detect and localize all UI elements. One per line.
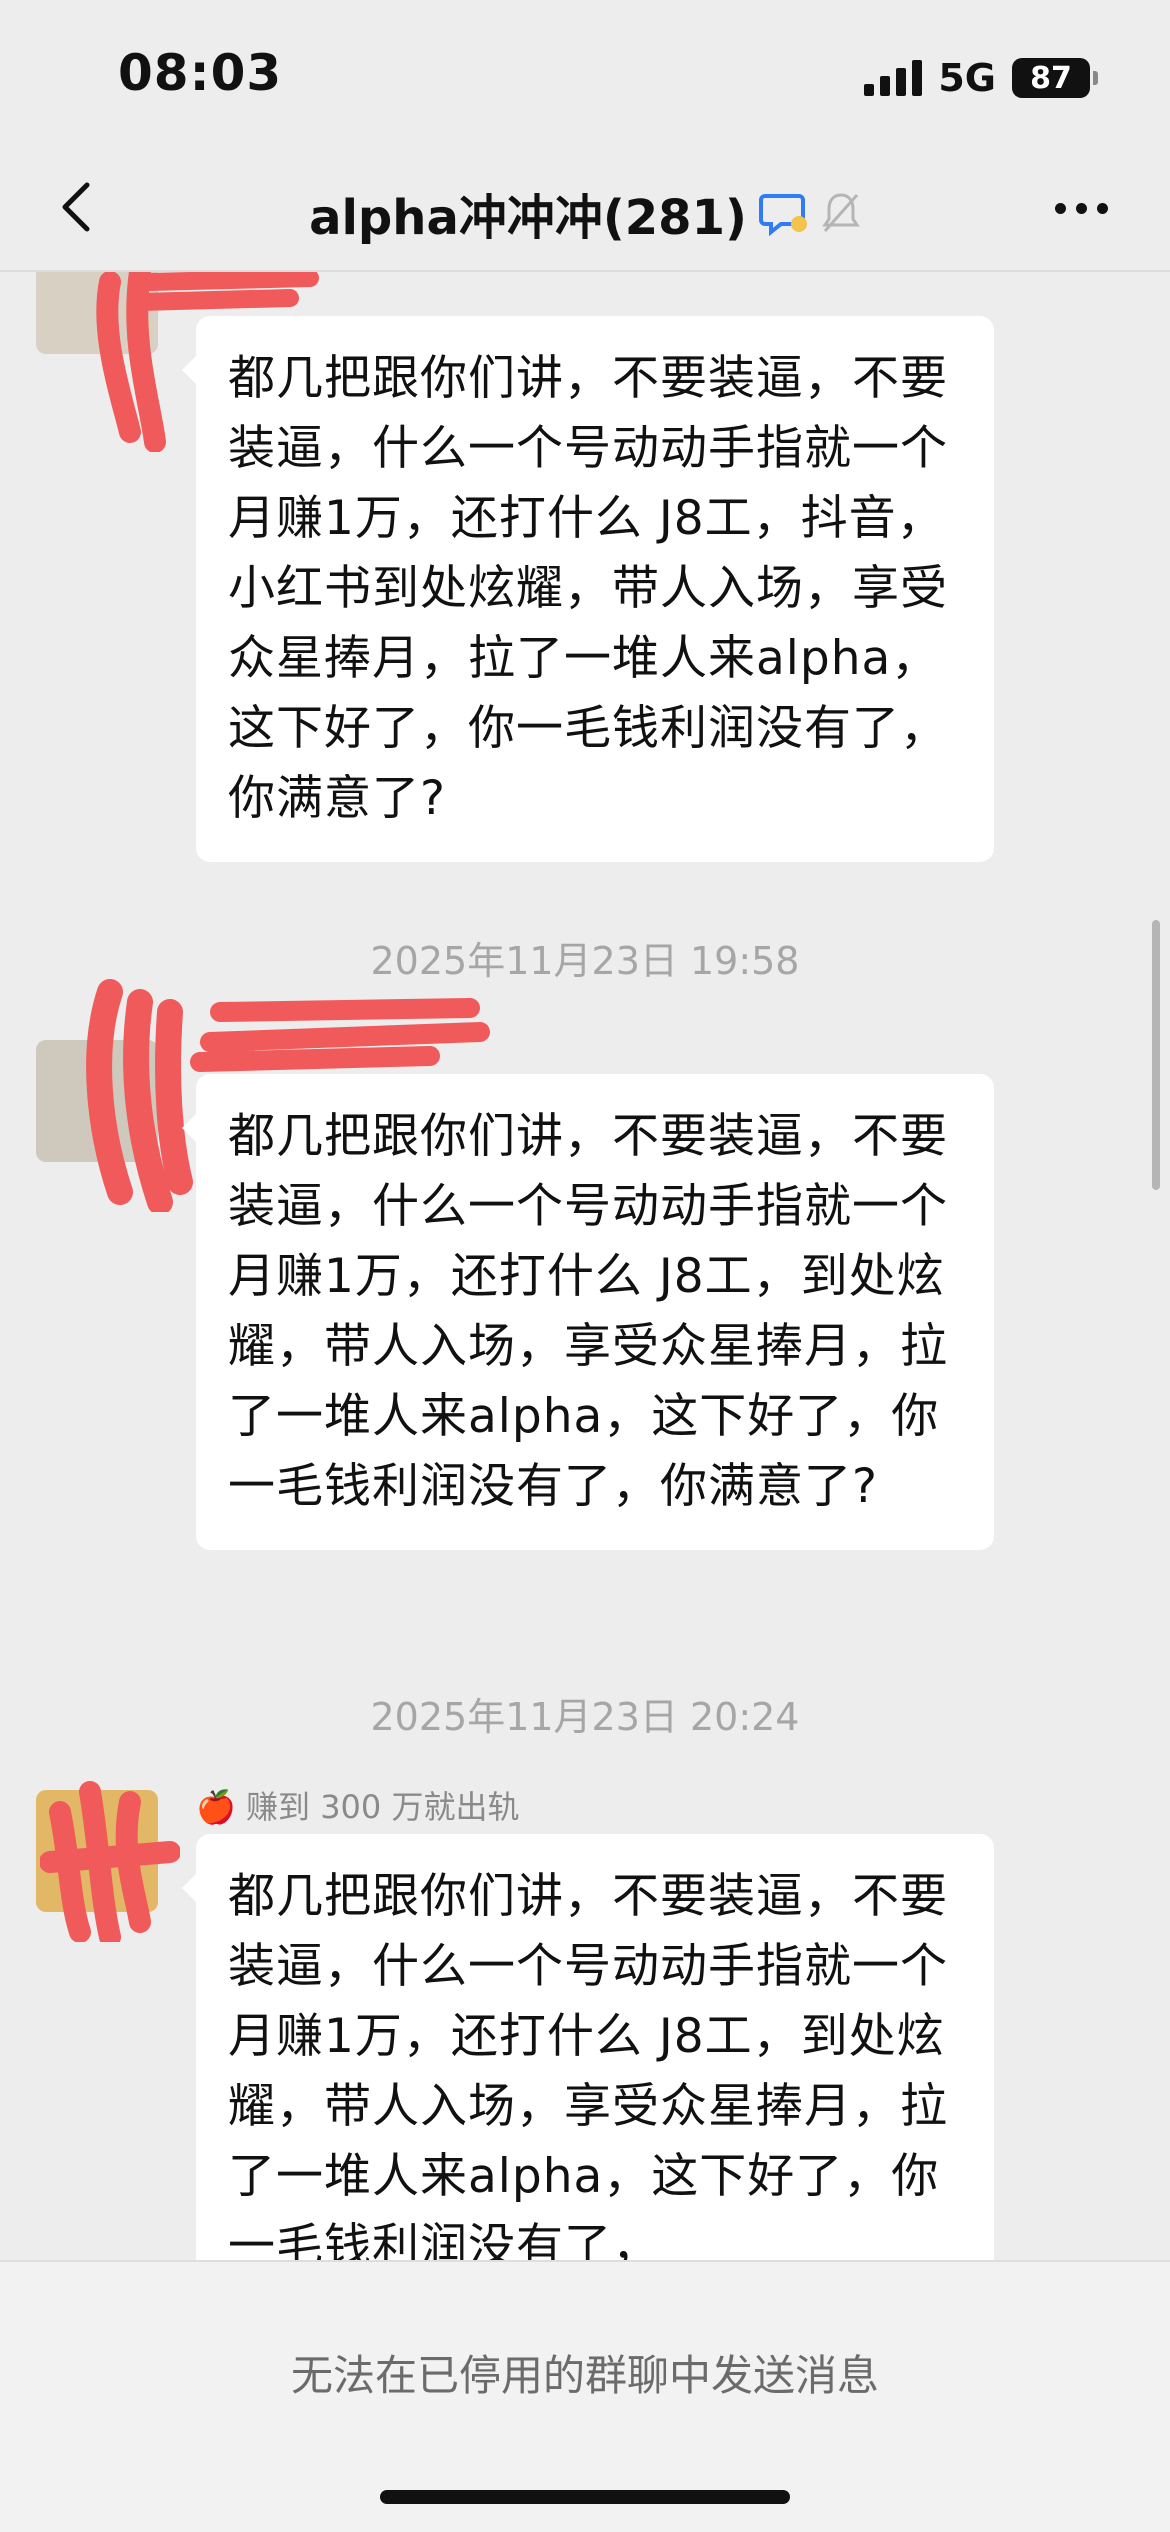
input-area-disabled: 无法在已停用的群聊中发送消息 [0,2260,1170,2532]
message-text: 都几把跟你们讲，不要装逼，不要装逼，什么一个号动动手指就一个月赚1万，还打什么 … [228,1109,948,1514]
network-label: 5G [938,56,996,100]
sender-name-text: 赚到 300 万就出轨 [246,1788,520,1826]
sender-name: 🍎 赚到 300 万就出轨 [196,1782,519,1828]
message-list[interactable]: 都几把跟你们讲，不要装逼，不要装逼，什么一个号动动手指就一个月赚1万，还打什么 … [0,272,1170,2260]
battery-icon: 87 [1012,58,1098,98]
mute-bell-icon [822,193,860,232]
chat-title: alpha冲冲冲(281) [309,190,747,246]
message-bubble[interactable]: 都几把跟你们讲，不要装逼，不要装逼，什么一个号动动手指就一个月赚1万，还打什么 … [182,1074,994,1550]
message-text: 都几把跟你们讲，不要装逼，不要装逼，什么一个号动动手指就一个月赚1万，还打什么 … [228,1869,948,2260]
status-time: 08:03 [118,44,283,102]
message-bubble[interactable]: 都几把跟你们讲，不要装逼，不要装逼，什么一个号动动手指就一个月赚1万，还打什么 … [182,1834,994,2260]
battery-level: 87 [1030,60,1072,96]
signal-icon [864,60,923,96]
message-timestamp: 2025年11月23日 20:24 [370,1695,800,1739]
chat-title-area[interactable]: alpha冲冲冲(281) [0,178,1170,248]
chat-bubble-ai-icon [758,194,807,236]
chat-header: alpha冲冲冲(281) [0,150,1170,272]
apple-icon: 🍎 [196,1788,236,1826]
more-options-button[interactable] [1046,178,1116,238]
more-dots-icon [1054,202,1066,214]
redaction-scribble [40,1781,180,1942]
home-indicator[interactable] [380,2490,790,2504]
message-text: 都几把跟你们讲，不要装逼，不要装逼，什么一个号动动手指就一个月赚1万，还打什么 … [228,351,948,826]
scrollbar[interactable] [1152,920,1160,1190]
disabled-notice: 无法在已停用的群聊中发送消息 [290,2351,879,2400]
status-indicators: 5G 87 [864,56,1098,100]
status-bar: 08:03 5G 87 [0,0,1170,150]
chat-screen: 08:03 5G 87 alpha冲冲冲(281) 都几把跟你们讲，不要装逼，不… [0,0,1170,2532]
message-bubble[interactable]: 都几把跟你们讲，不要装逼，不要装逼，什么一个号动动手指就一个月赚1万，还打什么 … [182,316,994,862]
